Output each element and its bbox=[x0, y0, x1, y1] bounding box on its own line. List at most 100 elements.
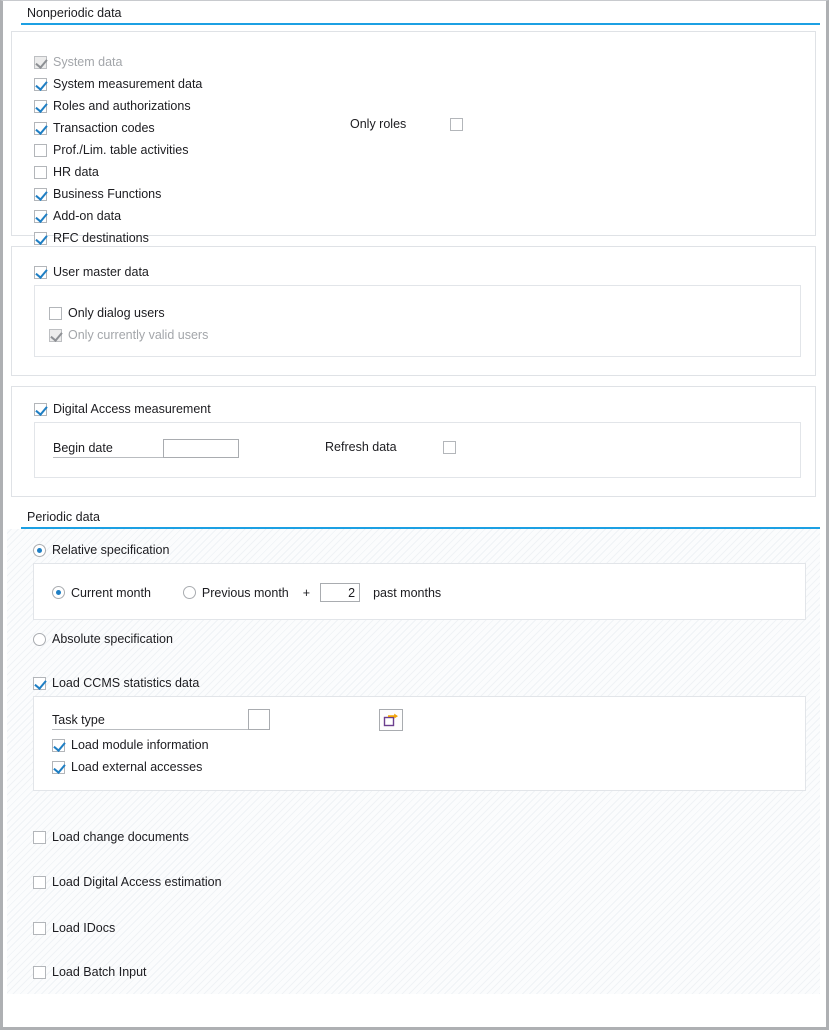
checkbox-row-transaction-codes[interactable]: Transaction codes bbox=[34, 117, 202, 139]
checkbox-add-on-data[interactable] bbox=[34, 209, 47, 223]
radio-row-relative-specification[interactable]: Relative specification bbox=[33, 543, 169, 560]
checkbox-system-data bbox=[34, 55, 47, 69]
radio-row-current-month[interactable]: Current month bbox=[52, 586, 151, 600]
checkbox-row-digital-access-measurement[interactable]: Digital Access measurement bbox=[34, 402, 211, 419]
panel-user-master-data: User master data Only dialog users Only … bbox=[11, 246, 816, 376]
checkbox-hr-data[interactable] bbox=[34, 165, 47, 179]
radio-row-previous-month[interactable]: Previous month bbox=[182, 585, 289, 600]
checkbox-label-load-module-information: Load module information bbox=[71, 738, 209, 752]
checkbox-label-load-digital-access-estimation: Load Digital Access estimation bbox=[52, 875, 222, 889]
checkbox-label-load-external-accesses: Load external accesses bbox=[71, 760, 203, 774]
begin-date-field-group: Begin date bbox=[53, 439, 239, 458]
radio-label-current-month: Current month bbox=[71, 585, 151, 600]
checkbox-row-load-change-documents[interactable]: Load change documents bbox=[33, 830, 189, 847]
radio-absolute-specification[interactable] bbox=[33, 632, 46, 646]
checkbox-load-ccms-statistics-data[interactable] bbox=[33, 676, 46, 690]
section-periodic-data: Periodic data Relative specification Cur… bbox=[3, 505, 826, 994]
subpanel-month-selection: Current month Previous month + past mont… bbox=[33, 563, 806, 620]
checkbox-row-roles-and-authorizations[interactable]: Roles and authorizations bbox=[34, 95, 202, 117]
checkbox-load-digital-access-estimation[interactable] bbox=[33, 875, 46, 889]
checkbox-digital-access-measurement[interactable] bbox=[34, 402, 47, 416]
checkbox-prof-lim-table-activities[interactable] bbox=[34, 143, 47, 157]
checkbox-only-dialog-users[interactable] bbox=[49, 306, 62, 320]
checkbox-row-system-data[interactable]: System data bbox=[34, 51, 202, 73]
checkbox-only-currently-valid-users bbox=[49, 328, 62, 342]
checkbox-label-hr-data: HR data bbox=[53, 165, 99, 179]
section-rule-nonperiodic bbox=[21, 23, 820, 25]
radio-relative-specification[interactable] bbox=[33, 543, 46, 557]
refresh-data-label: Refresh data bbox=[325, 440, 397, 454]
checkbox-only-roles[interactable] bbox=[450, 117, 464, 131]
radio-row-absolute-specification[interactable]: Absolute specification bbox=[33, 632, 173, 649]
checkbox-row-prof-lim-table-activities[interactable]: Prof./Lim. table activities bbox=[34, 139, 202, 161]
section-nonperiodic-data: Nonperiodic data System data System meas… bbox=[3, 1, 826, 497]
radio-label-relative-specification: Relative specification bbox=[52, 543, 170, 557]
application-window: Nonperiodic data System data System meas… bbox=[0, 0, 829, 1030]
checkbox-row-business-functions[interactable]: Business Functions bbox=[34, 183, 202, 205]
subpanel-digital-access-fields: Begin date Refresh data bbox=[34, 422, 801, 478]
checkbox-row-only-currently-valid-users: Only currently valid users bbox=[49, 328, 208, 345]
checkbox-label-load-change-documents: Load change documents bbox=[52, 830, 189, 844]
radio-previous-month[interactable] bbox=[182, 586, 196, 599]
radio-label-previous-month: Previous month bbox=[201, 585, 289, 600]
section-title-periodic: Periodic data bbox=[3, 505, 826, 527]
checkbox-load-change-documents[interactable] bbox=[33, 830, 46, 844]
checkbox-row-load-ccms-statistics-data[interactable]: Load CCMS statistics data bbox=[33, 676, 199, 693]
checkbox-row-load-batch-input[interactable]: Load Batch Input bbox=[33, 965, 147, 982]
checkbox-business-functions[interactable] bbox=[34, 187, 47, 201]
month-selection-row: Current month Previous month + past mont… bbox=[52, 583, 441, 602]
checkbox-label-load-idocs: Load IDocs bbox=[52, 921, 116, 935]
checkbox-user-master-data[interactable] bbox=[34, 265, 47, 279]
checkbox-transaction-codes[interactable] bbox=[34, 121, 47, 135]
checkbox-label-business-functions: Business Functions bbox=[53, 187, 162, 201]
subpanel-user-master-options: Only dialog users Only currently valid u… bbox=[34, 285, 801, 357]
checkbox-roles-and-authorizations[interactable] bbox=[34, 99, 47, 113]
checkbox-rfc-destinations[interactable] bbox=[34, 231, 47, 245]
past-months-input[interactable] bbox=[320, 583, 361, 602]
checkbox-row-system-measurement-data[interactable]: System measurement data bbox=[34, 73, 202, 95]
checkbox-label-load-ccms-statistics-data: Load CCMS statistics data bbox=[52, 676, 200, 690]
checkbox-label-only-dialog-users: Only dialog users bbox=[68, 306, 165, 320]
checkbox-label-user-master-data: User master data bbox=[53, 265, 149, 279]
plus-sign-label: + bbox=[302, 585, 311, 600]
checkbox-row-add-on-data[interactable]: Add-on data bbox=[34, 205, 202, 227]
checkbox-label-prof-lim-table-activities: Prof./Lim. table activities bbox=[53, 143, 189, 157]
task-type-label: Task type bbox=[52, 713, 248, 730]
panel-nonperiodic-options: System data System measurement data Role… bbox=[11, 31, 816, 245]
checkbox-label-roles-and-authorizations: Roles and authorizations bbox=[53, 99, 191, 113]
panel-periodic-body: Relative specification Current month Pre… bbox=[7, 529, 820, 994]
checkbox-row-load-digital-access-estimation[interactable]: Load Digital Access estimation bbox=[33, 875, 222, 892]
checkbox-refresh-data[interactable] bbox=[442, 440, 456, 454]
checkbox-load-module-information[interactable] bbox=[52, 738, 65, 752]
past-months-label: past months bbox=[373, 585, 442, 600]
checkbox-label-system-measurement-data: System measurement data bbox=[53, 77, 203, 91]
task-type-input[interactable] bbox=[248, 709, 270, 730]
subpanel-ccms-options: Task type Load module information Load e… bbox=[33, 696, 806, 791]
checkbox-row-load-idocs[interactable]: Load IDocs bbox=[33, 921, 115, 938]
checkbox-row-hr-data[interactable]: HR data bbox=[34, 161, 202, 183]
nonperiodic-checkbox-list: System data System measurement data Role… bbox=[34, 51, 202, 249]
checkbox-row-load-module-information[interactable]: Load module information bbox=[52, 738, 209, 755]
only-roles-label: Only roles bbox=[350, 117, 407, 131]
checkbox-row-only-dialog-users[interactable]: Only dialog users bbox=[49, 306, 165, 323]
panel-digital-access-measurement: Digital Access measurement Begin date Re… bbox=[11, 386, 816, 497]
checkbox-system-measurement-data[interactable] bbox=[34, 77, 47, 91]
radio-current-month[interactable] bbox=[52, 586, 65, 599]
checkbox-row-load-external-accesses[interactable]: Load external accesses bbox=[52, 760, 202, 777]
section-title-nonperiodic: Nonperiodic data bbox=[3, 1, 826, 23]
checkbox-load-idocs[interactable] bbox=[33, 921, 46, 935]
begin-date-label: Begin date bbox=[53, 441, 163, 458]
refresh-data-group: Refresh data bbox=[325, 440, 456, 454]
checkbox-label-system-data: System data bbox=[53, 55, 123, 69]
checkbox-label-only-currently-valid-users: Only currently valid users bbox=[68, 328, 209, 342]
checkbox-load-batch-input[interactable] bbox=[33, 965, 46, 979]
task-type-field-group: Task type bbox=[52, 709, 270, 730]
checkbox-label-rfc-destinations: RFC destinations bbox=[53, 231, 149, 245]
checkbox-load-external-accesses[interactable] bbox=[52, 760, 65, 774]
begin-date-input[interactable] bbox=[163, 439, 239, 458]
checkbox-row-user-master-data[interactable]: User master data bbox=[34, 265, 149, 282]
multiple-selection-icon bbox=[383, 713, 398, 727]
multiple-selection-icon-button[interactable] bbox=[379, 709, 403, 731]
checkbox-label-digital-access-measurement: Digital Access measurement bbox=[53, 402, 211, 416]
radio-label-absolute-specification: Absolute specification bbox=[52, 632, 173, 646]
